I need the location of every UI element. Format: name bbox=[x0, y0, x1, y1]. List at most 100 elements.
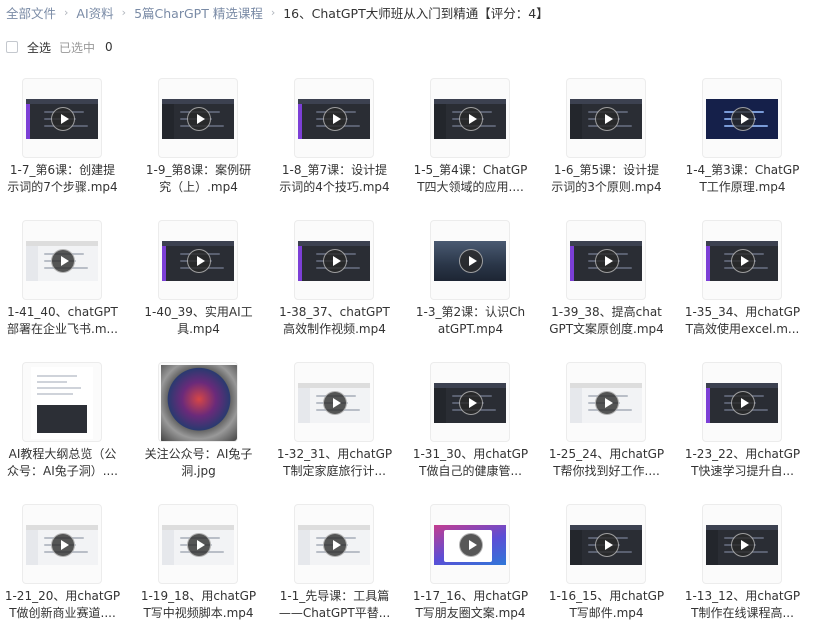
file-name[interactable]: 1-39_38、提高chat GPT文案原创度.mp4 bbox=[544, 304, 669, 338]
file-name[interactable]: 1-17_16、用chatGP T写朋友圈文案.mp4 bbox=[408, 588, 533, 622]
file-thumbnail[interactable] bbox=[702, 362, 782, 442]
play-icon[interactable] bbox=[731, 533, 755, 557]
play-icon[interactable] bbox=[459, 533, 483, 557]
file-name-line: 1-17_16、用chatGP bbox=[412, 589, 529, 603]
select-all-label[interactable]: 全选 bbox=[27, 39, 51, 56]
file-name[interactable]: 1-32_31、用chatGP T制定家庭旅行计... bbox=[272, 446, 397, 480]
play-icon[interactable] bbox=[595, 391, 619, 415]
file-name[interactable]: 1-21_20、用chatGP T做创新商业赛道.... bbox=[0, 588, 125, 622]
file-name[interactable]: 1-40_39、实用AI工 具.mp4 bbox=[136, 304, 261, 338]
play-icon[interactable] bbox=[459, 249, 483, 273]
play-icon[interactable] bbox=[51, 533, 75, 557]
play-icon[interactable] bbox=[323, 249, 347, 273]
file-name-line: 1-23_22、用chatGP bbox=[684, 447, 801, 461]
file-name-line: 高效制作视频.mp4 bbox=[283, 322, 386, 336]
file-thumbnail[interactable] bbox=[294, 362, 374, 442]
play-icon[interactable] bbox=[187, 107, 211, 131]
file-name-line: 1-4_第3课：ChatGP bbox=[685, 163, 800, 177]
file-name-line: 1-13_12、用chatGP bbox=[684, 589, 801, 603]
file-thumbnail[interactable] bbox=[22, 78, 102, 158]
file-thumbnail[interactable] bbox=[566, 78, 646, 158]
breadcrumb-separator-icon: › bbox=[64, 5, 69, 19]
file-name[interactable]: 1-31_30、用chatGP T做自己的健康管... bbox=[408, 446, 533, 480]
file-name-line: 1-6_第5课：设计提 bbox=[553, 163, 660, 177]
file-thumbnail[interactable] bbox=[294, 504, 374, 584]
file-thumbnail[interactable] bbox=[294, 78, 374, 158]
file-name[interactable]: 1-3_第2课：认识Ch atGPT.mp4 bbox=[408, 304, 533, 338]
file-name-line: 1-16_15、用chatGP bbox=[548, 589, 665, 603]
file-thumbnail[interactable] bbox=[158, 362, 238, 442]
breadcrumb-current-folder: 16、ChatGPT大师班从入门到精通【评分：4】 bbox=[283, 5, 549, 21]
play-icon[interactable] bbox=[187, 533, 211, 557]
file-thumbnail[interactable] bbox=[566, 220, 646, 300]
file-thumbnail[interactable] bbox=[158, 220, 238, 300]
file-name[interactable]: 1-7_第6课：创建提 示词的7个步骤.mp4 bbox=[0, 162, 125, 196]
play-icon[interactable] bbox=[459, 391, 483, 415]
file-name-line: 示词的4个技巧.mp4 bbox=[279, 180, 390, 194]
file-thumbnail[interactable] bbox=[430, 220, 510, 300]
file-name[interactable]: 1-9_第8课：案例研 究（上）.mp4 bbox=[136, 162, 261, 196]
breadcrumb-ai-materials[interactable]: AI资料 bbox=[76, 3, 113, 22]
file-thumbnail[interactable] bbox=[430, 504, 510, 584]
breadcrumb-chatgpt-courses[interactable]: 5篇CharGPT 精选课程 bbox=[134, 3, 263, 22]
file-name[interactable]: 1-4_第3课：ChatGP T工作原理.mp4 bbox=[680, 162, 805, 196]
play-icon[interactable] bbox=[595, 107, 619, 131]
file-name-line: T工作原理.mp4 bbox=[699, 180, 786, 194]
play-icon[interactable] bbox=[595, 249, 619, 273]
file-name[interactable]: 1-1_先导课：工具篇 ——ChatGPT平替... bbox=[272, 588, 397, 622]
file-name[interactable]: 1-25_24、用chatGP T帮你找到好工作.... bbox=[544, 446, 669, 480]
file-thumbnail[interactable] bbox=[702, 220, 782, 300]
selected-count: 0 bbox=[105, 40, 113, 54]
file-name[interactable]: 1-41_40、chatGPT 部署在企业飞书.m... bbox=[0, 304, 125, 338]
file-name-line: T制定家庭旅行计... bbox=[283, 464, 386, 478]
file-name-line: 1-5_第4课：ChatGP bbox=[413, 163, 528, 177]
file-thumbnail[interactable] bbox=[702, 78, 782, 158]
file-name-line: T写朋友圈文案.mp4 bbox=[415, 606, 526, 620]
play-icon[interactable] bbox=[731, 391, 755, 415]
file-name[interactable]: 1-38_37、chatGPT 高效制作视频.mp4 bbox=[272, 304, 397, 338]
file-name-line: 1-41_40、chatGPT bbox=[7, 305, 118, 319]
file-name[interactable]: 1-8_第7课：设计提 示词的4个技巧.mp4 bbox=[272, 162, 397, 196]
file-name-line: T做创新商业赛道.... bbox=[9, 606, 116, 620]
file-name[interactable]: 1-13_12、用chatGP T制作在线课程高... bbox=[680, 588, 805, 622]
play-icon[interactable] bbox=[459, 107, 483, 131]
file-name-line: 1-7_第6课：创建提 bbox=[9, 163, 116, 177]
play-icon[interactable] bbox=[323, 391, 347, 415]
select-all-checkbox[interactable] bbox=[6, 41, 18, 53]
play-icon[interactable] bbox=[323, 533, 347, 557]
file-name-line: T写中视频脚本.mp4 bbox=[143, 606, 254, 620]
play-icon[interactable] bbox=[731, 249, 755, 273]
play-icon[interactable] bbox=[51, 249, 75, 273]
file-name[interactable]: AI教程大纲总览（公 众号：AI兔子洞）.... bbox=[0, 446, 125, 480]
file-name[interactable]: 1-5_第4课：ChatGP T四大领域的应用.... bbox=[408, 162, 533, 196]
file-thumbnail[interactable] bbox=[430, 362, 510, 442]
play-icon[interactable] bbox=[731, 107, 755, 131]
file-name[interactable]: 1-16_15、用chatGP T写邮件.mp4 bbox=[544, 588, 669, 622]
file-thumbnail[interactable] bbox=[22, 220, 102, 300]
file-name-line: 1-40_39、实用AI工 bbox=[144, 305, 253, 319]
file-name[interactable]: 1-35_34、用chatGP T高效使用excel.m... bbox=[680, 304, 805, 338]
file-thumbnail[interactable] bbox=[566, 504, 646, 584]
file-thumbnail[interactable] bbox=[22, 362, 102, 442]
file-name-line: 1-1_先导课：工具篇 bbox=[279, 589, 390, 603]
file-thumbnail[interactable] bbox=[566, 362, 646, 442]
file-name-line: 部署在企业飞书.m... bbox=[7, 322, 118, 336]
play-icon[interactable] bbox=[595, 533, 619, 557]
file-thumbnail[interactable] bbox=[22, 504, 102, 584]
play-icon[interactable] bbox=[51, 107, 75, 131]
file-thumbnail[interactable] bbox=[158, 78, 238, 158]
file-name[interactable]: 关注公众号：AI兔子 洞.jpg bbox=[136, 446, 261, 480]
file-name-line: GPT文案原创度.mp4 bbox=[549, 322, 664, 336]
file-thumbnail[interactable] bbox=[430, 78, 510, 158]
file-thumbnail[interactable] bbox=[158, 504, 238, 584]
file-thumbnail[interactable] bbox=[294, 220, 374, 300]
breadcrumb-all-files[interactable]: 全部文件 bbox=[6, 3, 56, 22]
file-name[interactable]: 1-19_18、用chatGP T写中视频脚本.mp4 bbox=[136, 588, 261, 622]
play-icon[interactable] bbox=[323, 107, 347, 131]
file-name-line: T帮你找到好工作.... bbox=[553, 464, 660, 478]
file-name[interactable]: 1-6_第5课：设计提 示词的3个原则.mp4 bbox=[544, 162, 669, 196]
file-name[interactable]: 1-23_22、用chatGP T快速学习提升自... bbox=[680, 446, 805, 480]
breadcrumb: 全部文件 › AI资料 › 5篇CharGPT 精选课程 › 16、ChatGP… bbox=[6, 3, 549, 21]
play-icon[interactable] bbox=[187, 249, 211, 273]
file-thumbnail[interactable] bbox=[702, 504, 782, 584]
